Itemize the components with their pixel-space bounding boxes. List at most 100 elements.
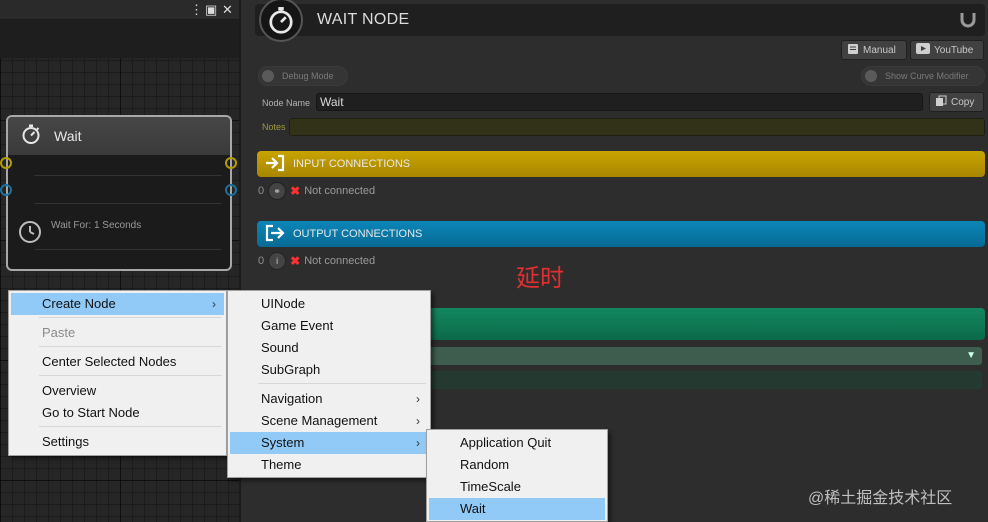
debug-mode-toggle[interactable]: Debug Mode bbox=[258, 66, 348, 86]
menu-item-label: Sound bbox=[261, 340, 299, 355]
node-divider bbox=[34, 203, 222, 204]
menu-item-paste[interactable]: Paste bbox=[11, 322, 224, 344]
menu-item-label: Random bbox=[460, 457, 510, 472]
input-port-left[interactable] bbox=[0, 157, 12, 169]
chevron-right-icon: › bbox=[416, 392, 420, 406]
output-count: 0 bbox=[258, 255, 265, 267]
system-submenu: Application Quit Random TimeScale Wait bbox=[426, 429, 608, 522]
menu-item-label: TimeScale bbox=[460, 479, 521, 494]
menu-item-label: Application Quit bbox=[460, 435, 552, 450]
input-connection-row: 0 ⚭ ✖ Not connected bbox=[258, 182, 375, 200]
copy-button[interactable]: Copy bbox=[929, 92, 984, 112]
menu-item-sound[interactable]: Sound bbox=[230, 337, 428, 359]
menu-separator bbox=[39, 426, 222, 427]
input-arrow-icon bbox=[265, 154, 285, 175]
annotation-text: 延时 bbox=[516, 265, 564, 292]
menu-item-label: Navigation bbox=[261, 391, 323, 406]
output-port-left[interactable] bbox=[0, 184, 12, 196]
youtube-label: YouTube bbox=[934, 44, 974, 56]
menu-item-game-event[interactable]: Game Event bbox=[230, 315, 428, 337]
menu-item-label: Center Selected Nodes bbox=[42, 354, 177, 369]
clock-icon bbox=[18, 220, 42, 249]
menu-item-system[interactable]: System › bbox=[230, 432, 428, 454]
input-connections-bar[interactable]: INPUT CONNECTIONS bbox=[257, 151, 985, 177]
menu-item-label: UINode bbox=[261, 296, 306, 311]
youtube-button[interactable]: YouTube bbox=[910, 40, 984, 60]
book-icon bbox=[847, 43, 859, 58]
not-connected-icon: ✖ bbox=[290, 254, 301, 268]
graph-window-bar: ⋮ ▣ ✕ bbox=[0, 0, 241, 20]
video-icon bbox=[916, 43, 930, 57]
menu-item-navigation[interactable]: Navigation › bbox=[230, 388, 428, 410]
menu-item-label: Paste bbox=[42, 325, 76, 340]
menu-item-theme[interactable]: Theme bbox=[230, 454, 428, 476]
logo-icon bbox=[959, 10, 977, 33]
node-type-icon bbox=[259, 0, 303, 42]
toggle-knob bbox=[262, 70, 274, 82]
dropdown-arrow-icon: ▼ bbox=[966, 350, 976, 361]
input-port-right[interactable] bbox=[225, 157, 237, 169]
manual-button[interactable]: Manual bbox=[841, 40, 907, 60]
menu-item-timescale[interactable]: TimeScale bbox=[429, 476, 605, 498]
notes-field[interactable] bbox=[289, 118, 985, 136]
output-arrow-icon bbox=[265, 224, 285, 245]
more-options-icon[interactable]: ⋮ bbox=[190, 2, 203, 18]
menu-item-label: Scene Management bbox=[261, 413, 378, 428]
output-status: Not connected bbox=[304, 255, 376, 267]
menu-item-overview[interactable]: Overview bbox=[11, 380, 224, 402]
menu-separator bbox=[39, 375, 222, 376]
menu-separator bbox=[39, 317, 222, 318]
menu-item-label: Game Event bbox=[261, 318, 334, 333]
output-connections-title: OUTPUT CONNECTIONS bbox=[293, 228, 423, 240]
output-connections-bar[interactable]: OUTPUT CONNECTIONS bbox=[257, 221, 985, 247]
wait-duration-text: Wait For: 1 Seconds bbox=[51, 220, 142, 231]
menu-item-label: Create Node bbox=[42, 296, 116, 311]
input-count: 0 bbox=[258, 185, 265, 197]
menu-item-center-selected-nodes[interactable]: Center Selected Nodes bbox=[11, 351, 224, 373]
link-icon[interactable]: ⚭ bbox=[268, 182, 287, 200]
create-node-submenu: UINode Game Event Sound SubGraph Navigat… bbox=[227, 290, 431, 478]
notes-label: Notes bbox=[262, 122, 286, 132]
menu-item-label: Theme bbox=[261, 457, 302, 472]
menu-item-create-node[interactable]: Create Node › bbox=[11, 293, 224, 315]
menu-separator bbox=[39, 346, 222, 347]
close-icon[interactable]: ✕ bbox=[222, 2, 233, 18]
menu-item-label: Overview bbox=[42, 383, 97, 398]
node-header: Wait bbox=[8, 117, 230, 155]
node-divider bbox=[34, 249, 222, 250]
chevron-right-icon: › bbox=[416, 414, 420, 428]
node-title: Wait bbox=[54, 128, 82, 144]
context-menu: Create Node › Paste Center Selected Nodes… bbox=[8, 290, 227, 456]
node-name-field[interactable]: Wait bbox=[316, 93, 923, 111]
chevron-right-icon: › bbox=[212, 297, 216, 311]
menu-item-wait[interactable]: Wait bbox=[429, 498, 605, 520]
menu-item-subgraph[interactable]: SubGraph bbox=[230, 359, 428, 381]
menu-item-random[interactable]: Random bbox=[429, 454, 605, 476]
info-icon[interactable]: i bbox=[268, 252, 287, 270]
menu-item-label: Go to Start Node bbox=[42, 405, 140, 420]
menu-item-application-quit[interactable]: Application Quit bbox=[429, 432, 605, 454]
menu-item-label: Wait bbox=[460, 501, 486, 516]
node-name-label: Node Name bbox=[262, 98, 311, 108]
menu-item-label: System bbox=[261, 435, 305, 450]
input-connections-title: INPUT CONNECTIONS bbox=[293, 158, 411, 170]
menu-item-scene-management[interactable]: Scene Management › bbox=[230, 410, 428, 432]
mode-dropdown[interactable]: ▼ bbox=[416, 347, 982, 365]
output-connection-row: 0 i ✖ Not connected bbox=[258, 252, 375, 270]
inspector-header: WAIT NODE bbox=[255, 4, 985, 36]
wait-node[interactable]: Wait Wait For: 1 Seconds bbox=[6, 115, 232, 271]
chevron-right-icon: › bbox=[416, 436, 420, 450]
input-status: Not connected bbox=[304, 185, 376, 197]
not-connected-icon: ✖ bbox=[290, 184, 301, 198]
menu-item-go-to-start-node[interactable]: Go to Start Node bbox=[11, 402, 224, 424]
watermark: @稀土掘金技术社区 bbox=[808, 490, 953, 507]
maximize-icon[interactable]: ▣ bbox=[205, 2, 217, 18]
show-curve-modifier-toggle[interactable]: Show Curve Modifier bbox=[861, 66, 985, 86]
output-port-right[interactable] bbox=[225, 184, 237, 196]
manual-label: Manual bbox=[863, 44, 896, 56]
menu-item-settings[interactable]: Settings bbox=[11, 431, 224, 453]
inspector-title: WAIT NODE bbox=[317, 11, 410, 28]
copy-label: Copy bbox=[951, 96, 975, 108]
menu-item-uinode[interactable]: UINode bbox=[230, 293, 428, 315]
value-field[interactable] bbox=[416, 371, 982, 389]
